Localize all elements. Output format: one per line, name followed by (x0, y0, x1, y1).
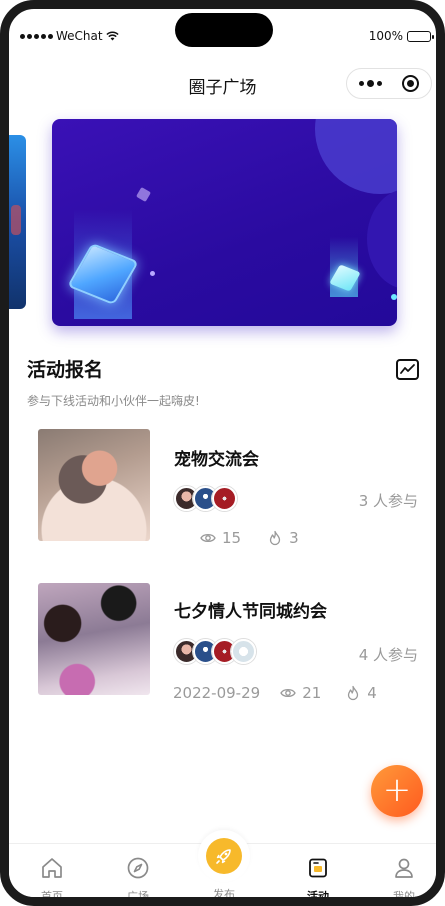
tab-label: 广场 (127, 890, 149, 903)
activity-thumbnail[interactable] (38, 429, 150, 541)
status-left: WeChat (20, 29, 119, 43)
view-count: 21 (302, 684, 322, 702)
view-count: 15 (222, 529, 242, 547)
compass-icon (127, 857, 149, 879)
participant-count: 4 人参与 (358, 646, 418, 664)
user-icon (395, 858, 413, 878)
activity-card[interactable]: 七夕情人节同城约会 4 人参与 2022-09-29 21 4 (38, 583, 428, 702)
phone-frame: WeChat 100% 圈子广场 活动报名 参与下线活动和小伙伴一起嗨皮! 宠物… (0, 0, 445, 906)
status-right: 100% (368, 29, 434, 43)
participant-avatars (174, 639, 256, 664)
home-icon (42, 858, 62, 878)
tab-label: 首页 (41, 890, 63, 903)
add-activity-button[interactable]: + (371, 765, 423, 817)
tab-publish[interactable]: 发布 (194, 830, 254, 901)
tab-mine[interactable]: 我的 (374, 856, 434, 903)
banner-slide-previous[interactable] (9, 135, 26, 309)
activity-stats: 15 3 (200, 529, 299, 547)
eye-icon (200, 533, 216, 543)
participant-count: 3 人参与 (358, 492, 418, 510)
tab-home[interactable]: 首页 (22, 856, 82, 903)
banner-slide-current[interactable] (52, 119, 397, 326)
tab-label: 我的 (393, 890, 415, 903)
avatar (212, 486, 237, 511)
tab-activity[interactable]: 活动 (288, 856, 348, 903)
chart-icon[interactable] (396, 359, 419, 380)
section-title: 活动报名 (27, 359, 104, 381)
more-icon[interactable] (359, 80, 382, 87)
tab-bar: 首页 广场 发布 活动 我的 (9, 830, 436, 903)
wifi-icon (105, 31, 119, 41)
activity-date: 2022-09-29 (173, 684, 261, 702)
eye-icon (280, 688, 296, 698)
tab-square[interactable]: 广场 (108, 856, 168, 903)
tab-label: 发布 (213, 888, 235, 901)
rocket-icon (216, 849, 231, 864)
flame-icon (269, 530, 281, 546)
activity-card[interactable]: 宠物交流会 3 人参与 15 3 (38, 429, 428, 547)
navigation-bar: 圈子广场 (9, 57, 436, 109)
like-count: 3 (289, 529, 299, 547)
activity-name[interactable]: 七夕情人节同城约会 (174, 597, 327, 622)
banner-carousel[interactable] (9, 109, 436, 334)
activity-stats: 2022-09-29 21 4 (173, 684, 377, 702)
miniprogram-capsule (346, 68, 432, 99)
carrier-label: WeChat (56, 29, 103, 43)
flame-icon (348, 685, 359, 701)
tab-label: 活动 (307, 890, 329, 903)
status-bar: WeChat 100% (9, 9, 436, 57)
activity-icon (309, 858, 327, 878)
battery-percent: 100% (368, 29, 403, 43)
signal-icon (20, 33, 53, 39)
avatar (231, 639, 256, 664)
camera-notch (175, 13, 273, 47)
participant-avatars (174, 486, 237, 511)
activity-thumbnail[interactable] (38, 583, 150, 695)
close-target-icon[interactable] (402, 75, 419, 92)
activity-name[interactable]: 宠物交流会 (174, 445, 259, 470)
section-subtitle: 参与下线活动和小伙伴一起嗨皮! (27, 394, 200, 408)
like-count: 4 (367, 684, 377, 702)
battery-icon (407, 30, 434, 42)
